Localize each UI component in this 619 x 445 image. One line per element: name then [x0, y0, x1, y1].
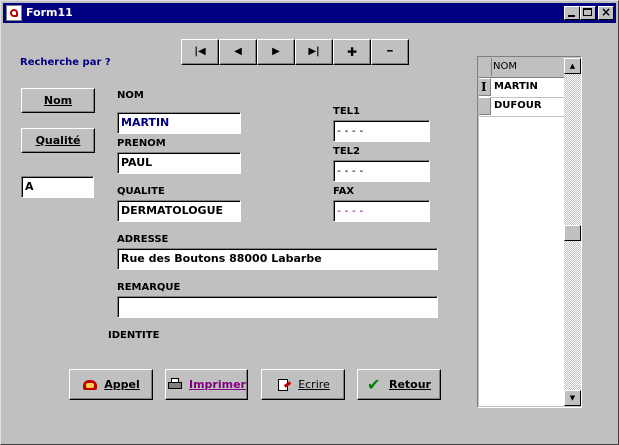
table-row[interactable]: DUFOUR: [479, 97, 564, 117]
tel1-field[interactable]: - - - -: [333, 120, 430, 142]
tel2-label: TEL2: [333, 146, 360, 157]
text-cursor-icon: I: [481, 80, 487, 94]
appel-button[interactable]: Appel: [69, 369, 153, 400]
close-icon[interactable]: ×: [598, 6, 614, 20]
nav-delete-button[interactable]: ━: [371, 39, 409, 65]
grid-cell-nom: DUFOUR: [494, 100, 542, 111]
printer-icon: [167, 377, 183, 392]
retour-button[interactable]: ✔ Retour: [357, 369, 441, 400]
maximize-icon[interactable]: [580, 6, 596, 20]
nav-next-button[interactable]: ▶: [257, 39, 295, 65]
plus-icon: ✚: [346, 45, 358, 59]
grid-header: NOM: [479, 58, 564, 78]
prior-record-icon: ◀: [234, 46, 242, 57]
nav-insert-button[interactable]: ✚: [333, 39, 371, 65]
fax-label: FAX: [333, 186, 355, 197]
window-title: Form11: [26, 6, 73, 19]
row-indicator[interactable]: I: [479, 78, 491, 96]
title-bar[interactable]: Form11 ×: [3, 3, 616, 23]
search-qualite-label: Qualité: [35, 134, 81, 147]
adresse-label: ADRESSE: [117, 234, 169, 245]
tel2-field[interactable]: - - - -: [333, 160, 430, 182]
minimize-icon[interactable]: [564, 6, 580, 20]
last-record-icon: ▶|: [308, 46, 320, 57]
search-input[interactable]: A: [21, 176, 94, 198]
adresse-field[interactable]: Rue des Boutons 88000 Labarbe: [117, 248, 438, 270]
prenom-label: PRENOM: [117, 138, 166, 149]
nav-last-button[interactable]: ▶|: [295, 39, 333, 65]
check-icon: ✔: [366, 374, 381, 394]
scroll-thumb[interactable]: [564, 225, 581, 241]
scroll-up-icon[interactable]: ▲: [564, 58, 581, 74]
remarque-label: REMARQUE: [117, 282, 181, 293]
nom-field[interactable]: MARTIN: [117, 112, 241, 134]
phone-icon: [82, 378, 98, 392]
write-icon: [276, 378, 292, 392]
qualite-label: QUALITE: [117, 186, 165, 197]
tel1-label: TEL1: [333, 106, 360, 117]
grid-cell-nom: MARTIN: [494, 81, 538, 92]
qualite-field[interactable]: DERMATOLOGUE: [117, 200, 241, 222]
row-indicator[interactable]: [479, 97, 491, 115]
ecrire-button[interactable]: Ecrire: [261, 369, 345, 400]
grid-header-selector: [479, 58, 492, 76]
search-qualite-button[interactable]: Qualité: [21, 128, 95, 153]
next-record-icon: ▶: [272, 46, 280, 57]
search-by-label: Recherche par ?: [20, 57, 111, 68]
form11-window: Form11 × |◀ ◀ ▶ ▶| ✚ ━ Recherche par ? N…: [0, 0, 619, 445]
app-icon[interactable]: [6, 5, 22, 21]
imprimer-button[interactable]: Imprimer: [165, 369, 248, 400]
nom-label: NOM: [117, 90, 144, 101]
scroll-down-icon[interactable]: ▼: [564, 390, 581, 406]
first-record-icon: |◀: [194, 46, 206, 57]
name-grid[interactable]: NOM I MARTIN DUFOUR ▲ ▼: [477, 56, 582, 408]
search-nom-label: Nom: [43, 94, 73, 107]
nav-prior-button[interactable]: ◀: [219, 39, 257, 65]
grid-body: NOM I MARTIN DUFOUR: [479, 58, 564, 406]
search-nom-button[interactable]: Nom: [21, 88, 95, 113]
remarque-field[interactable]: [117, 296, 438, 318]
identite-label: IDENTITE: [108, 330, 160, 341]
grid-header-nom[interactable]: NOM: [493, 61, 517, 72]
ecrire-label: Ecrire: [298, 378, 330, 391]
grid-scrollbar[interactable]: ▲ ▼: [564, 58, 581, 406]
minus-icon: ━: [387, 47, 393, 57]
imprimer-label: Imprimer: [189, 378, 246, 391]
appel-label: Appel: [104, 378, 140, 391]
retour-label: Retour: [388, 378, 431, 391]
nav-first-button[interactable]: |◀: [181, 39, 219, 65]
fax-field[interactable]: - - - -: [333, 200, 430, 222]
prenom-field[interactable]: PAUL: [117, 152, 241, 174]
table-row[interactable]: I MARTIN: [479, 78, 564, 98]
